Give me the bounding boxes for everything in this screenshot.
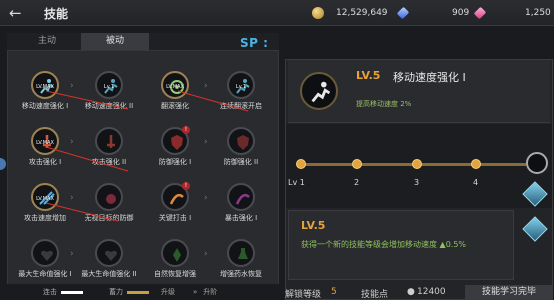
unlock-level-value: 5 xyxy=(331,287,337,297)
legend-label-combo: 连击 xyxy=(43,288,57,296)
page-title: 技能 xyxy=(44,7,69,21)
confirm-button[interactable]: 技能学习完毕 xyxy=(465,285,553,300)
skill-level: LV.5 xyxy=(356,69,381,82)
legend-label-upgrade: 升级 xyxy=(161,288,175,296)
double-chevron-icon: » xyxy=(193,288,198,296)
blue-gem-amount: 909 xyxy=(452,8,470,18)
legend-label-advance: 升阶 xyxy=(203,288,218,296)
gold-amount: 12,529,649 xyxy=(336,8,388,18)
annotation-arrows xyxy=(45,90,249,222)
bottom-stats: 解锁等级 5 技能点 ● 12400 技能学习完毕 xyxy=(285,285,554,300)
track-label: 4 xyxy=(473,178,479,187)
track-label: Lv 1 xyxy=(288,178,305,187)
skill-name: 移动速度强化 I xyxy=(393,71,466,84)
run-icon xyxy=(300,72,338,110)
info-description: 获得一个新的技能等级会增加移动速度 ▲0.5% xyxy=(301,240,467,249)
legend-swatch xyxy=(127,290,149,294)
track-dot[interactable] xyxy=(412,159,422,169)
run-icon[interactable] xyxy=(526,152,548,174)
skill-tree-panel: 主动 被动 SP : 1 LV.MAX 移动速度强化 I › Lv.1 移动速度… xyxy=(7,33,279,300)
track-dot[interactable] xyxy=(352,159,362,169)
legend-swatch xyxy=(61,290,83,294)
blue-gem-icon xyxy=(396,6,410,20)
track-dot[interactable] xyxy=(296,159,306,169)
unlock-level-label: 解锁等级 xyxy=(285,290,322,300)
legend-label-charge: 蓄力 xyxy=(109,288,123,296)
skill-detail-panel: LV.5 移动速度强化 I 提高移动速度 2% Lv 1 2 3 4 LV.5 … xyxy=(285,59,553,300)
coin-icon: ● xyxy=(407,287,415,297)
blue-gem-currency: 909 xyxy=(396,5,470,21)
side-drawer-handle[interactable] xyxy=(0,158,6,170)
tab-passive-skills[interactable]: 被动 xyxy=(81,33,149,50)
level-info-box: LV.5 获得一个新的技能等级会增加移动速度 ▲0.5% xyxy=(288,210,514,280)
pink-gem-amount: 1,250 xyxy=(525,8,551,18)
skill-detail-header: LV.5 移动速度强化 I 提高移动速度 2% xyxy=(288,60,550,123)
pink-gem-icon xyxy=(473,6,487,20)
track-label: 2 xyxy=(354,178,360,187)
gem-icon[interactable] xyxy=(522,216,548,242)
gold-coin-icon xyxy=(312,7,324,19)
tab-active-skills[interactable]: 主动 xyxy=(13,33,81,50)
skill-description: 提高移动速度 2% xyxy=(356,100,412,108)
track-dot[interactable] xyxy=(471,159,481,169)
back-arrow-icon[interactable]: ← xyxy=(9,5,25,21)
track-label: 3 xyxy=(414,178,420,187)
gold-currency: 12,529,649 xyxy=(312,5,388,21)
skill-point-label: 技能点 xyxy=(361,290,389,300)
level-track: Lv 1 2 3 4 xyxy=(286,124,552,208)
pink-gem-currency: 1,250 xyxy=(473,5,551,21)
top-bar: ← 技能 12,529,649 909 1,250 xyxy=(0,0,554,26)
info-level: LV.5 xyxy=(301,219,326,232)
legend-bar: 连击 蓄力 升级 » 升阶 xyxy=(7,284,279,300)
skill-point-value: 12400 xyxy=(417,287,446,297)
skill-grid: LV.MAX 移动速度强化 I › Lv.1 移动速度强化 II LV.MAX … xyxy=(7,50,279,290)
